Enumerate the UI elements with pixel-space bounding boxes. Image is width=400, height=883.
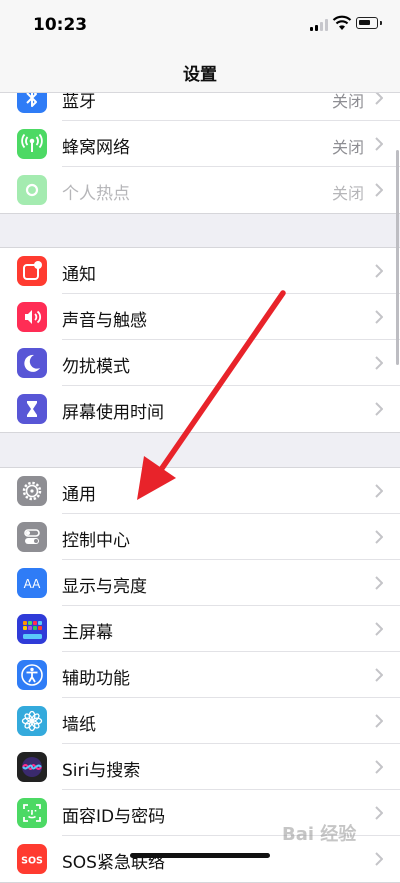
- settings-row-do-not-disturb[interactable]: 勿扰模式: [0, 340, 400, 386]
- moon-icon: [17, 348, 47, 378]
- sos-icon: SOS: [17, 844, 47, 874]
- settings-row-hotspot[interactable]: 个人热点 关闭: [0, 167, 400, 213]
- chevron-right-icon: [375, 852, 383, 866]
- page-title: 设置: [183, 65, 217, 85]
- settings-row-sounds[interactable]: 声音与触感: [0, 294, 400, 340]
- chevron-right-icon: [375, 356, 383, 370]
- settings-row-label: 个人热点: [62, 184, 130, 204]
- chevron-right-icon: [375, 183, 383, 197]
- chevron-right-icon: [375, 91, 383, 105]
- svg-text:AA: AA: [24, 577, 42, 591]
- scroll-indicator: [396, 150, 399, 365]
- navigation-bar: 设置: [0, 50, 400, 93]
- settings-row-label: 墙纸: [62, 715, 96, 735]
- display-brightness-icon: AA: [17, 568, 47, 598]
- watermark-logo: Bai 经验: [282, 824, 357, 845]
- home-screen-icon: [17, 614, 47, 644]
- battery-icon: [356, 17, 378, 29]
- settings-row-value: 关闭: [331, 138, 364, 157]
- settings-row-label: Siri与搜索: [62, 761, 141, 781]
- chevron-right-icon: [375, 668, 383, 682]
- cellular-signal-icon: [310, 19, 328, 31]
- settings-row-home-screen[interactable]: 主屏幕: [0, 606, 400, 652]
- settings-group-notifications: 通知 声音与触感 勿扰模式 屏幕使用时间: [0, 247, 400, 433]
- chevron-right-icon: [375, 484, 383, 498]
- settings-row-siri[interactable]: Siri与搜索: [0, 744, 400, 790]
- settings-row-label: 屏幕使用时间: [62, 403, 164, 423]
- settings-row-screen-time[interactable]: 屏幕使用时间: [0, 386, 400, 432]
- chevron-right-icon: [375, 576, 383, 590]
- status-bar: 10:23: [0, 0, 400, 50]
- settings-row-label: SOS紧急联络: [62, 853, 165, 873]
- chevron-right-icon: [375, 530, 383, 544]
- settings-row-value: 关闭: [331, 184, 364, 203]
- settings-row-label: 控制中心: [62, 531, 130, 551]
- home-indicator[interactable]: [130, 853, 270, 858]
- settings-row-accessibility[interactable]: 辅助功能: [0, 652, 400, 698]
- chevron-right-icon: [375, 806, 383, 820]
- cellular-icon: [17, 129, 47, 159]
- chevron-right-icon: [375, 137, 383, 151]
- notifications-icon: [17, 256, 47, 286]
- settings-group-connectivity: 蓝牙 关闭 蜂窝网络 关闭 个人热点 关闭: [0, 74, 400, 214]
- control-center-icon: [17, 522, 47, 552]
- wifi-icon: [332, 15, 352, 30]
- svg-text:SOS: SOS: [21, 856, 43, 867]
- settings-row-display[interactable]: AA 显示与亮度: [0, 560, 400, 606]
- settings-row-label: 通知: [62, 265, 96, 285]
- settings-row-general[interactable]: 通用: [0, 468, 400, 514]
- status-time: 10:23: [33, 15, 88, 35]
- siri-icon: [17, 752, 47, 782]
- settings-row-label: 面容ID与密码: [62, 807, 166, 827]
- settings-row-label: 显示与亮度: [62, 577, 147, 597]
- settings-row-label: 通用: [62, 485, 96, 505]
- settings-row-label: 勿扰模式: [62, 357, 130, 377]
- chevron-right-icon: [375, 264, 383, 278]
- hourglass-icon: [17, 394, 47, 424]
- chevron-right-icon: [375, 402, 383, 416]
- face-id-icon: [17, 798, 47, 828]
- gear-icon: [17, 476, 47, 506]
- settings-row-wallpaper[interactable]: 墙纸: [0, 698, 400, 744]
- sound-icon: [17, 302, 47, 332]
- wallpaper-icon: [17, 706, 47, 736]
- accessibility-icon: [17, 660, 47, 690]
- chevron-right-icon: [375, 622, 383, 636]
- settings-row-control-center[interactable]: 控制中心: [0, 514, 400, 560]
- hotspot-icon: [17, 175, 47, 205]
- settings-row-cellular[interactable]: 蜂窝网络 关闭: [0, 121, 400, 167]
- chevron-right-icon: [375, 714, 383, 728]
- chevron-right-icon: [375, 760, 383, 774]
- settings-row-label: 辅助功能: [62, 669, 130, 689]
- settings-row-label: 声音与触感: [62, 311, 147, 331]
- settings-row-label: 主屏幕: [62, 623, 113, 643]
- settings-row-notifications[interactable]: 通知: [0, 248, 400, 294]
- settings-row-label: 蜂窝网络: [62, 138, 130, 158]
- chevron-right-icon: [375, 310, 383, 324]
